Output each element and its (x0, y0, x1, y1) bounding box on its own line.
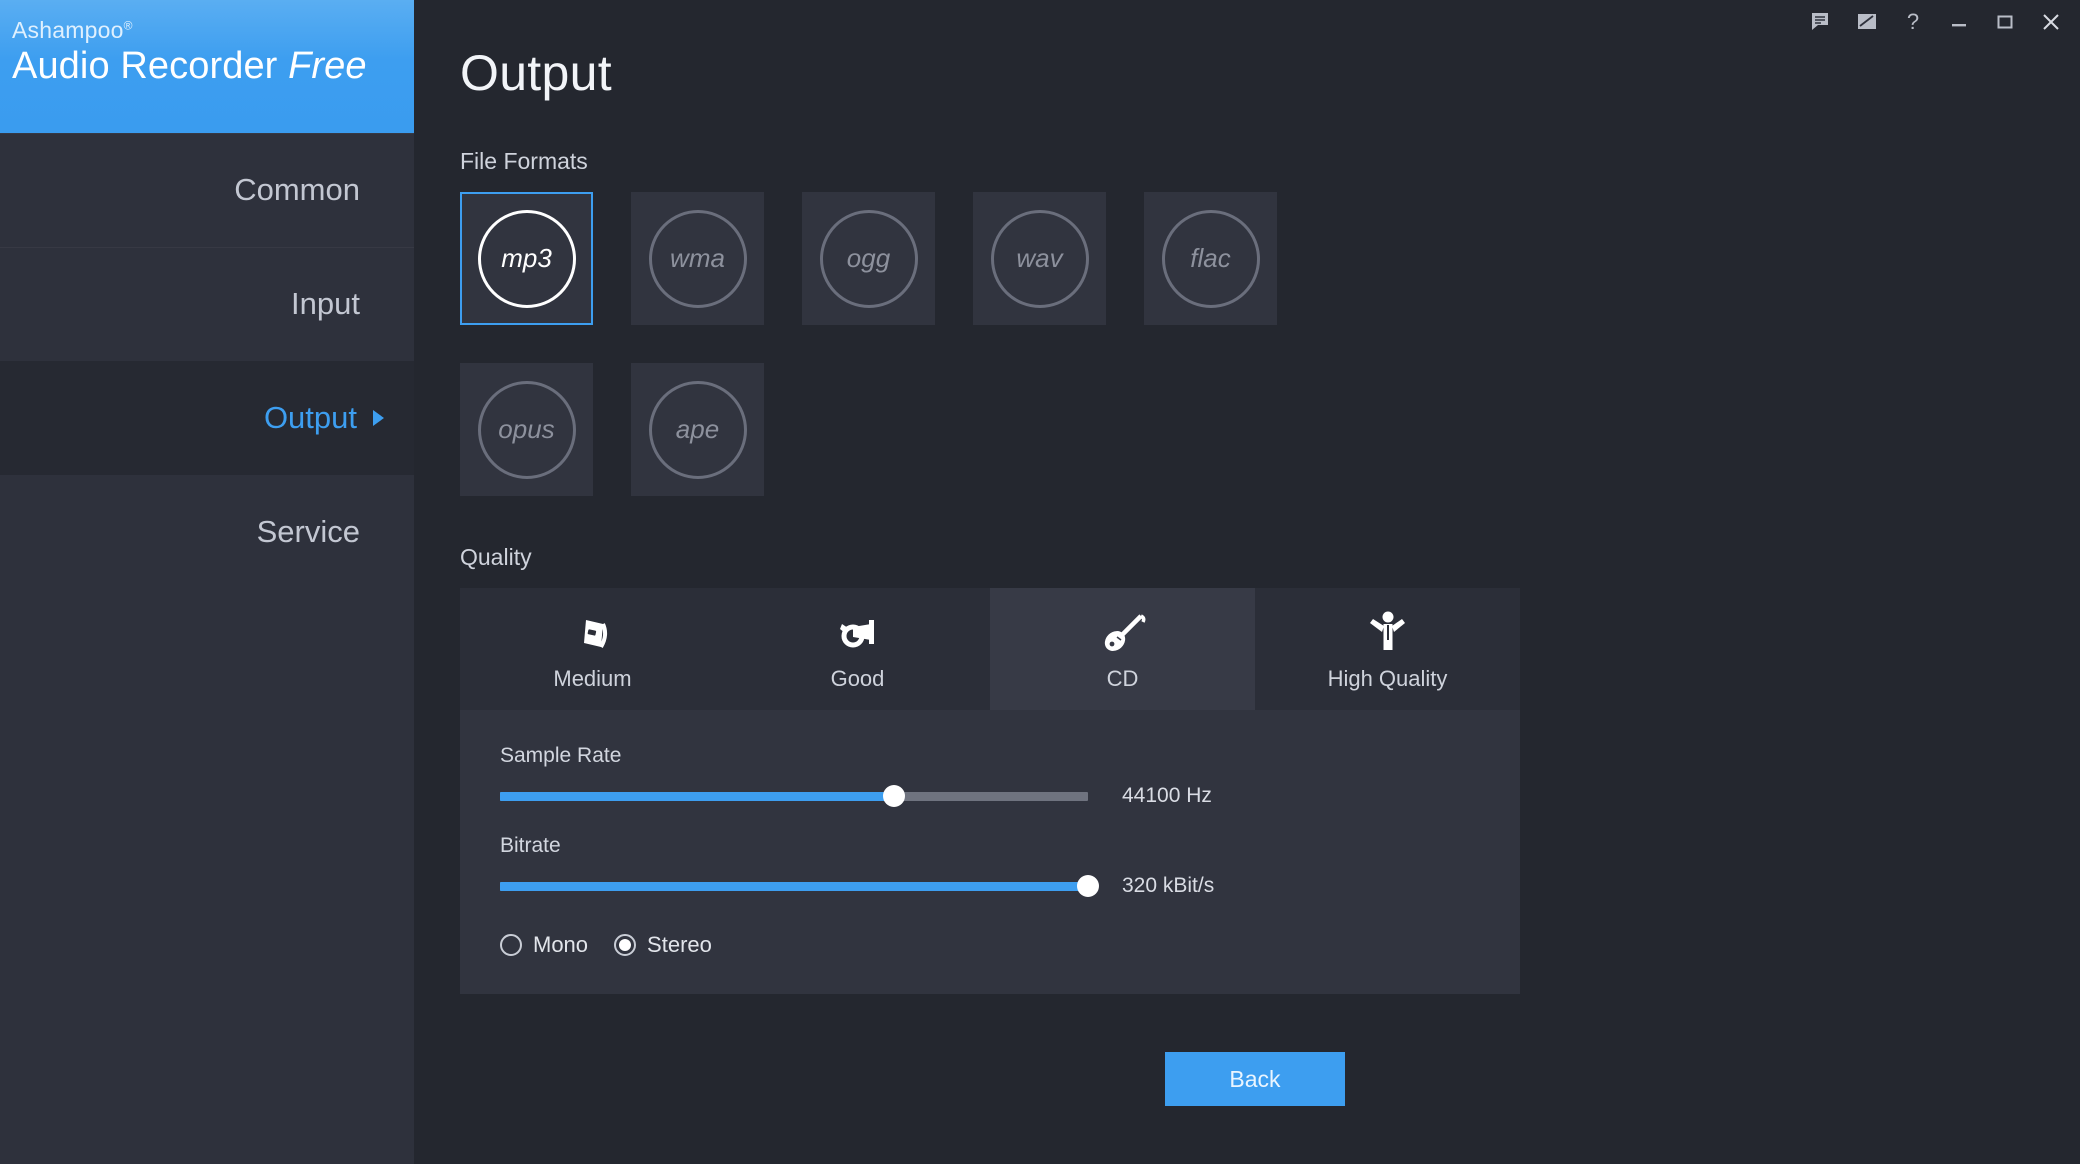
radio-mono[interactable]: Mono (500, 932, 588, 958)
sidebar-item-label: Service (256, 514, 360, 549)
back-button[interactable]: Back (1165, 1052, 1345, 1106)
quality-settings-body: Sample Rate 44100 Hz Bitrate 320 kBit/s … (460, 710, 1520, 994)
format-circle: flac (1161, 209, 1260, 308)
sidebar-item-input[interactable]: Input (0, 247, 414, 361)
slider-thumb[interactable] (1077, 875, 1099, 897)
quality-tab-good[interactable]: Good (725, 588, 990, 710)
format-circle: opus (477, 380, 576, 479)
format-label: flac (1190, 243, 1231, 273)
file-formats-label: File Formats (460, 148, 588, 174)
divider (0, 133, 414, 134)
quality-tab-medium[interactable]: Medium (460, 588, 725, 710)
slider-fill (500, 791, 894, 801)
app-window: ? Ashampoo® Audio Recorder Free Common I… (0, 0, 2080, 1164)
radio-label: Mono (533, 932, 589, 957)
slider-track[interactable] (500, 875, 1099, 897)
radio-stereo[interactable]: Stereo (614, 932, 712, 958)
quality-tabs: Medium Good CD High Quality (460, 588, 1520, 710)
brand-edition-text: Free (288, 45, 367, 88)
format-label: wav (1016, 243, 1063, 273)
format-circle: ape (648, 380, 747, 479)
trumpet-icon (834, 606, 882, 656)
brand-company: Ashampoo® (12, 17, 414, 43)
format-circle: wav (990, 209, 1089, 308)
slider-track[interactable] (500, 785, 1088, 807)
quality-tab-cd[interactable]: CD (990, 588, 1255, 710)
format-tile-wav[interactable]: wav (973, 192, 1106, 325)
bitrate-row: Bitrate 320 kBit/s (500, 834, 1480, 898)
format-tile-opus[interactable]: opus (460, 363, 593, 496)
quality-tab-label: Good (830, 666, 885, 691)
quality-panel: Medium Good CD High Quality Sample Rate … (460, 588, 1520, 994)
format-tile-mp3[interactable]: mp3 (460, 192, 593, 325)
quality-tab-label: Medium (553, 666, 632, 691)
radio-label: Stereo (647, 932, 712, 957)
format-label: ape (675, 414, 720, 444)
main-content: Output File Formats mp3 wma ogg wav flac… (414, 0, 2080, 1164)
format-tile-ogg[interactable]: ogg (802, 192, 935, 325)
guitar-icon (1097, 606, 1149, 656)
bitrate-value: 320 kBit/s (1122, 874, 1215, 897)
sample-rate-row: Sample Rate 44100 Hz (500, 744, 1480, 808)
feedback-icon[interactable] (1798, 2, 1844, 42)
help-icon[interactable]: ? (1890, 2, 1936, 42)
close-icon[interactable] (2028, 2, 2074, 42)
brand-product-text: Audio Recorder (12, 45, 289, 88)
quality-label: Quality (460, 544, 532, 570)
page-title: Output (460, 45, 612, 101)
trademark-symbol: ® (123, 18, 133, 33)
slider-fill (500, 881, 1088, 891)
divider (0, 247, 414, 248)
sidebar-nav: Common Input Output Service (0, 133, 414, 589)
sidebar-item-label: Output (263, 400, 357, 435)
sample-rate-label: Sample Rate (500, 744, 622, 767)
sidebar-item-label: Input (291, 286, 360, 321)
sample-rate-value: 44100 Hz (1122, 784, 1212, 807)
footer: Back (414, 1004, 2080, 1164)
radio-dot (614, 934, 637, 956)
radio-icon (570, 606, 616, 656)
bitrate-slider[interactable]: 320 kBit/s (500, 874, 1480, 898)
sidebar-item-common[interactable]: Common (0, 133, 414, 247)
format-tile-flac[interactable]: flac (1144, 192, 1277, 325)
sidebar-item-label: Common (234, 172, 360, 207)
svg-text:?: ? (1907, 9, 1919, 34)
quality-tab-label: CD (1106, 666, 1139, 691)
brand-product: Audio Recorder Free (12, 45, 414, 89)
format-label: wma (670, 243, 725, 273)
format-label: mp3 (501, 243, 552, 273)
brand-company-text: Ashampoo (12, 17, 124, 43)
format-label: ogg (846, 243, 891, 273)
bitrate-label: Bitrate (500, 834, 561, 857)
format-tile-wma[interactable]: wma (631, 192, 764, 325)
slider-thumb[interactable] (882, 785, 905, 807)
sidebar: Ashampoo® Audio Recorder Free Common Inp… (0, 0, 414, 1164)
maximize-icon[interactable] (1982, 2, 2028, 42)
channel-mode-group: Mono Stereo (500, 932, 1480, 958)
radio-dot (500, 934, 522, 956)
sample-rate-slider[interactable]: 44100 Hz (500, 784, 1480, 808)
app-brand: Ashampoo® Audio Recorder Free (0, 0, 414, 133)
quality-tab-label: High Quality (1327, 666, 1448, 691)
file-formats-grid: mp3 wma ogg wav flac opus ape (460, 192, 1470, 534)
notes-icon[interactable] (1844, 2, 1890, 42)
quality-tab-high-quality[interactable]: High Quality (1255, 588, 1520, 710)
format-label: opus (498, 414, 555, 444)
sidebar-item-output[interactable]: Output (0, 361, 414, 475)
chevron-right-icon (373, 410, 384, 426)
sidebar-item-service[interactable]: Service (0, 475, 414, 589)
format-tile-ape[interactable]: ape (631, 363, 764, 496)
titlebar: ? (414, 0, 2080, 44)
format-circle: ogg (819, 209, 918, 308)
format-circle: mp3 (477, 209, 576, 308)
format-circle: wma (648, 209, 747, 308)
minimize-icon[interactable] (1936, 2, 1982, 42)
conductor-icon (1364, 606, 1412, 656)
